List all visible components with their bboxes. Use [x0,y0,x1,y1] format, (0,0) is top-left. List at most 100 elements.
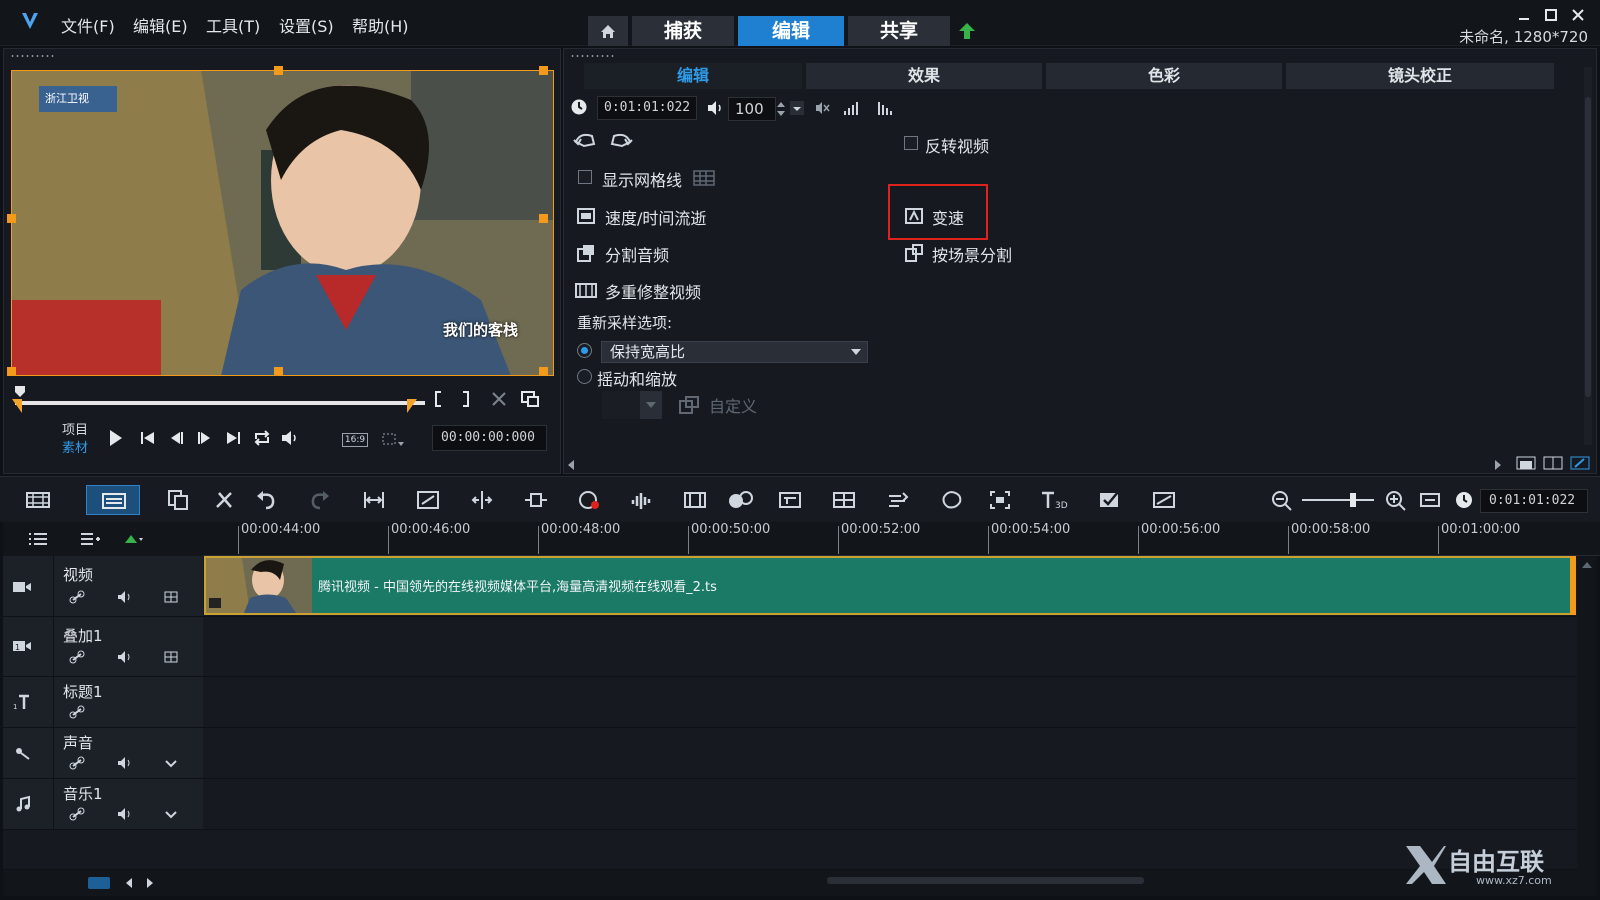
volume-dropdown-icon[interactable] [790,99,804,117]
record-icon[interactable] [577,489,601,511]
subtitle-editor-icon[interactable] [778,489,802,511]
speed-time-lapse-icon[interactable] [576,206,596,226]
upload-arrow-icon[interactable] [958,22,976,40]
previous-frame-icon[interactable] [167,429,187,447]
track-lane-voice[interactable] [203,728,1577,779]
rotate-left-icon[interactable] [572,130,598,150]
clip-duration-field[interactable]: 0:01:01:022 [597,96,697,120]
panel-grip[interactable] [10,54,56,58]
track-mute-icon[interactable] [117,590,133,604]
home-button[interactable] [588,16,628,46]
track-header-overlay[interactable]: 1 叠加1 [3,617,203,677]
tab-lens-correction[interactable]: 镜头校正 [1286,63,1554,89]
slip-icon[interactable] [524,489,548,511]
tab-share[interactable]: 共享 [848,16,950,46]
video-clip[interactable]: 腾讯视频 - 中国领先的在线视频媒体平台,海量高清视频在线观看_2.ts [204,556,1576,615]
tools-icon[interactable] [213,489,237,511]
track-manager-icon[interactable] [27,531,49,547]
trim-end-handle[interactable] [407,399,419,413]
track-mute-icon[interactable] [117,807,133,821]
track-lane-title[interactable] [203,677,1577,728]
storyboard-view-icon[interactable] [25,489,51,511]
rotate-right-icon[interactable] [608,130,634,150]
multi-trim-icon[interactable] [574,280,598,300]
volume-input[interactable]: 100 [728,97,776,121]
time-remap-icon[interactable] [886,489,910,511]
track-mute-icon[interactable] [117,650,133,664]
expand-track-icon[interactable] [163,756,179,770]
track-header-video[interactable]: 视频 [3,556,203,617]
zoom-in-icon[interactable] [1384,489,1408,511]
speed-time-lapse-button[interactable]: 速度/时间流逝 [605,205,706,229]
fit-to-window-icon[interactable] [362,489,386,511]
video-preview[interactable]: 浙江卫视 我们的客栈 [11,70,554,376]
split-audio-button[interactable]: 分割音频 [605,242,669,266]
go-to-end-icon[interactable] [223,429,243,447]
redo-icon[interactable] [308,489,332,511]
track-visibility-icon[interactable] [163,650,179,664]
panel-left-arrow-icon[interactable] [567,460,575,470]
track-mute-icon[interactable] [117,756,133,770]
play-icon[interactable] [105,429,125,447]
link-icon[interactable] [69,590,85,604]
menu-settings[interactable]: 设置(S) [279,13,334,37]
panel-right-arrow-icon[interactable] [1494,460,1502,470]
scrubber-track[interactable] [15,401,425,405]
mute-icon[interactable] [814,100,830,116]
timeline-vertical-scrollbar[interactable] [1577,556,1597,870]
fit-project-icon[interactable] [1418,489,1442,511]
show-grid-checkbox[interactable] [578,170,592,184]
close-icon[interactable] [1570,8,1586,22]
next-frame-icon[interactable] [194,429,214,447]
multi-camera-icon[interactable] [832,489,856,511]
volume-stepper-icon[interactable] [776,99,786,119]
multi-trim-button[interactable]: 多重修整视频 [605,279,701,303]
mask-creator-icon[interactable] [940,489,964,511]
layout-custom-icon[interactable] [1570,456,1590,470]
menu-tools[interactable]: 工具(T) [206,13,260,37]
aspect-ratio-button[interactable]: 16:9 [342,433,368,447]
variable-speed-icon[interactable] [904,206,924,226]
volume-icon[interactable] [280,429,300,447]
options-scrollbar[interactable] [1584,67,1592,445]
variable-speed-button[interactable]: 变速 [932,205,964,229]
tab-effects[interactable]: 效果 [806,63,1042,89]
motion-tracking-icon[interactable] [727,489,755,511]
undo-icon[interactable] [254,489,278,511]
scroll-left-icon[interactable] [125,878,133,888]
crop-handle-top[interactable] [274,66,283,75]
audio-mixer-icon[interactable] [630,489,654,511]
track-header-music[interactable]: 音乐1 [3,779,203,830]
mode-clip-label[interactable]: 素材 [62,437,88,456]
ripple-toggle-icon[interactable] [123,531,145,547]
split-by-scene-icon[interactable] [904,243,924,263]
tab-edit[interactable]: 编辑 [738,16,844,46]
tab-capture[interactable]: 捕获 [632,16,734,46]
layout-2-icon[interactable] [1543,456,1563,470]
tab-color[interactable]: 色彩 [1046,63,1282,89]
instant-project-icon[interactable] [1098,489,1122,511]
track-visibility-icon[interactable] [163,590,179,604]
crop-handle-left[interactable] [7,214,16,223]
link-icon[interactable] [69,756,85,770]
reverse-video-label[interactable]: 反转视频 [925,133,989,157]
track-header-voice[interactable]: 声音 [3,728,203,779]
link-icon[interactable] [69,705,85,719]
panel-grip[interactable] [570,54,616,58]
fade-in-icon[interactable] [842,100,862,116]
copy-attributes-icon[interactable] [166,489,190,511]
pan-zoom-radio[interactable] [577,369,592,384]
maximize-icon[interactable] [1543,8,1559,22]
track-lane-overlay[interactable] [203,617,1577,677]
trim-start-handle[interactable] [10,399,22,413]
pan-zoom-label[interactable]: 摇动和缩放 [597,366,677,390]
timeline-ruler[interactable]: 00:00:44:00 00:00:46:00 00:00:48:00 00:0… [203,522,1600,556]
mode-project-label[interactable]: 项目 [62,419,88,438]
track-lane-music[interactable] [203,779,1577,830]
mark-out-icon[interactable] [460,390,472,408]
scroll-right-icon[interactable] [146,878,154,888]
resample-dropdown[interactable]: 保持宽高比 [601,341,868,363]
link-icon[interactable] [69,650,85,664]
minimize-icon[interactable] [1516,8,1532,22]
crop-handle-right[interactable] [539,214,548,223]
